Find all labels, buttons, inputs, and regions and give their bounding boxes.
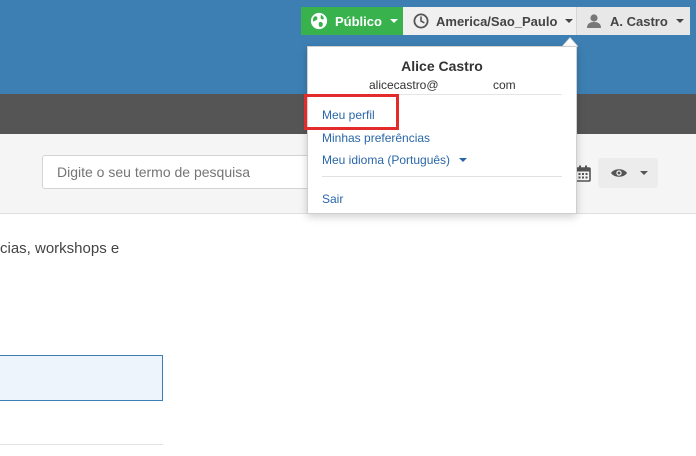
search-input[interactable] (42, 155, 322, 189)
clock-icon (413, 13, 429, 29)
user-email: alicecastro@ (369, 78, 439, 92)
chevron-down-icon (675, 19, 684, 23)
chevron-down-icon (389, 19, 398, 23)
user-full-name: Alice Castro (401, 58, 483, 74)
menu-item-language[interactable]: Meu idioma (Português) (322, 153, 468, 167)
user-menu-button[interactable]: A. Castro (577, 7, 690, 35)
calendar-icon (575, 165, 591, 182)
user-dropdown-menu: Alice Castro alicecastro@ com Meu perfil… (307, 46, 577, 214)
chevron-down-icon (640, 171, 648, 175)
menu-item-label: Sair (322, 192, 344, 206)
timezone-button[interactable]: America/Sao_Paulo (403, 7, 577, 35)
public-label: Público (335, 13, 382, 29)
public-button[interactable]: Público (301, 7, 403, 35)
menu-item-label: Minhas preferências (322, 131, 431, 145)
divider (0, 444, 163, 445)
timezone-label: America/Sao_Paulo (436, 13, 558, 29)
body-text: cias, workshops e (0, 240, 120, 257)
user-email-domain: com (493, 78, 516, 92)
globe-icon (310, 12, 328, 30)
chevron-down-icon (459, 158, 468, 162)
user-icon (587, 14, 601, 28)
eye-icon (611, 169, 627, 177)
chevron-down-icon (565, 19, 574, 23)
page: Público America/Sao_Paulo A. Castro Digi… (0, 0, 696, 456)
highlight-box (304, 94, 399, 130)
selected-input-box[interactable] (0, 355, 163, 401)
menu-item-label: Meu idioma (Português) (322, 153, 451, 167)
menu-item-preferences[interactable]: Minhas preferências (322, 131, 430, 145)
menu-item-logout[interactable]: Sair (322, 192, 343, 206)
user-label: A. Castro (610, 13, 668, 29)
visibility-button[interactable] (598, 158, 658, 188)
dropdown-divider (322, 176, 562, 177)
